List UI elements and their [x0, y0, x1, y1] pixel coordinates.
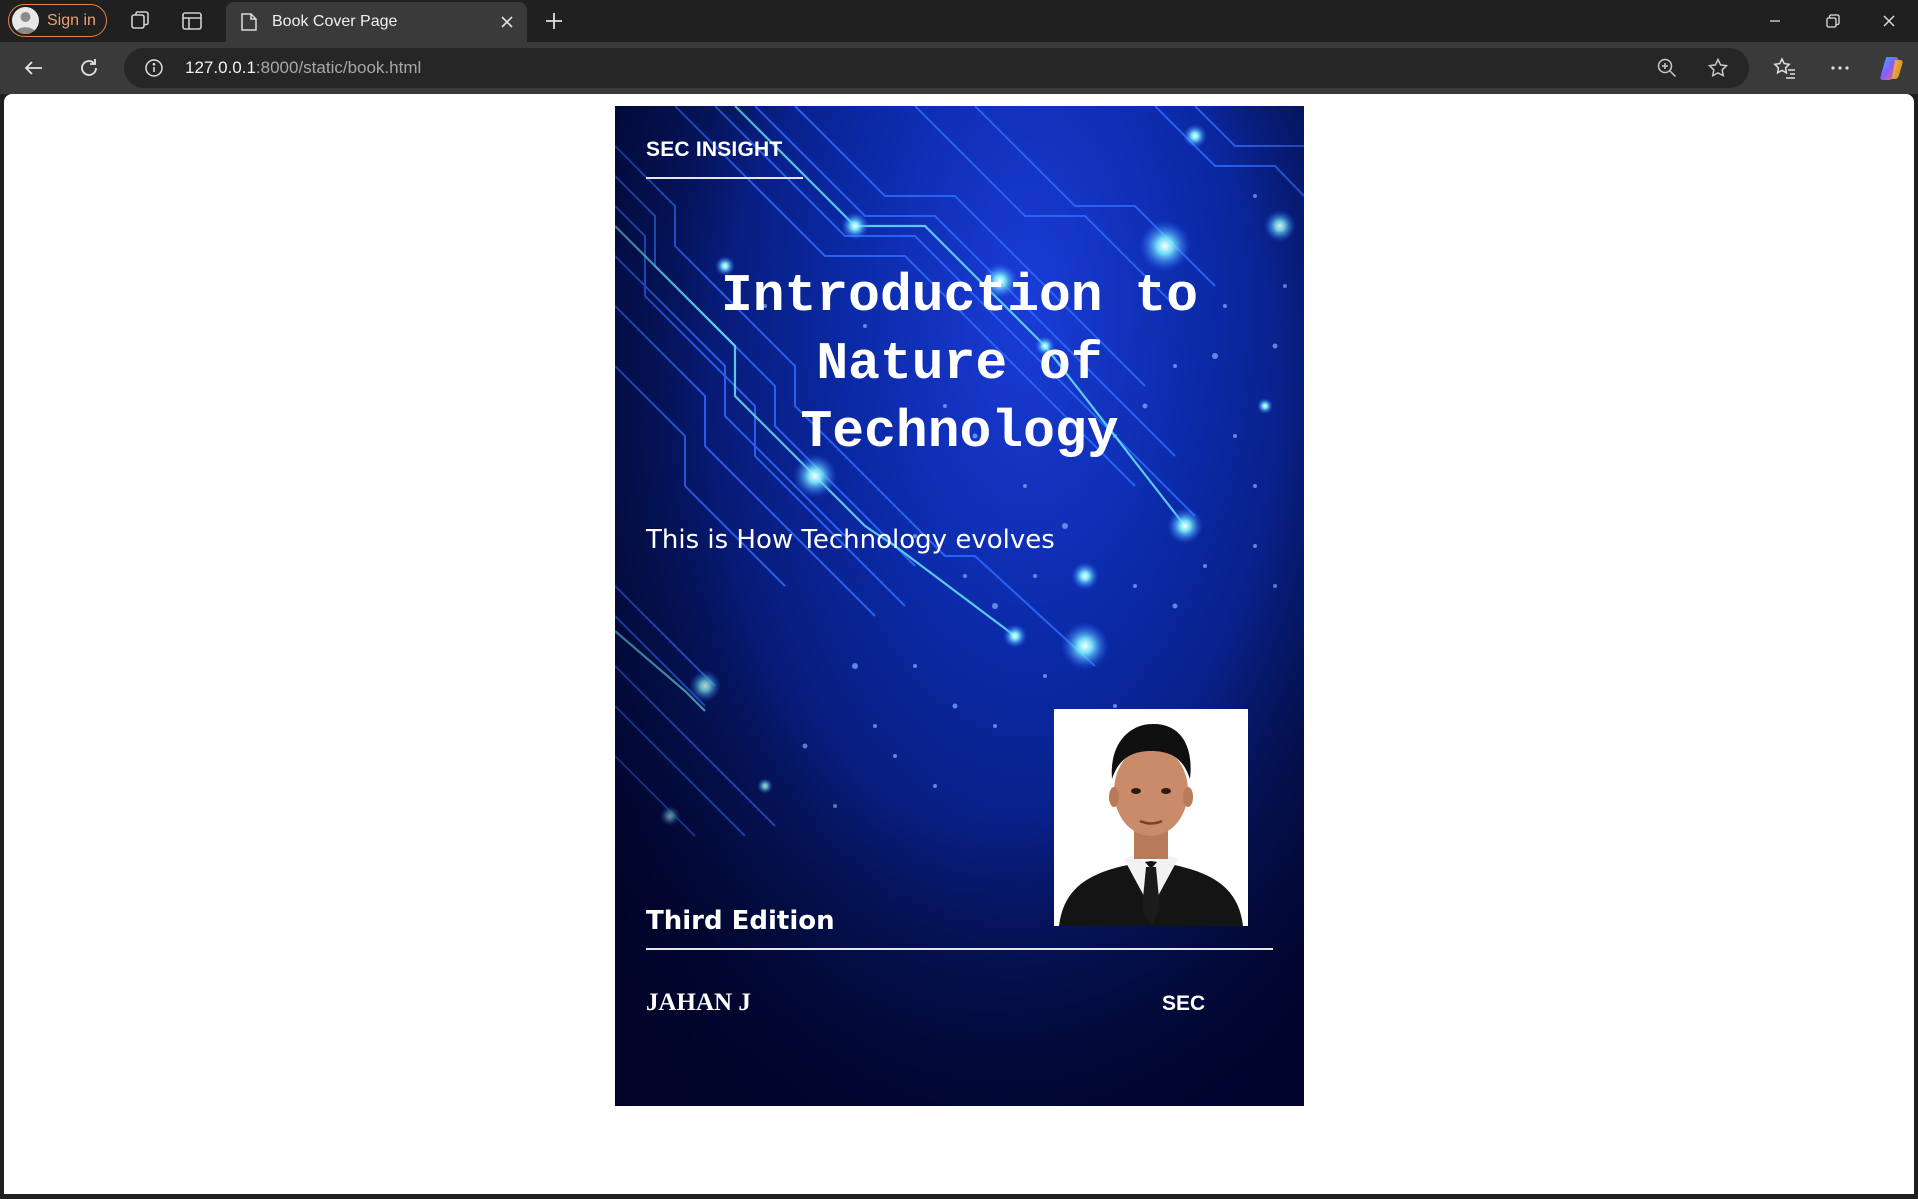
- edition-label: Third Edition: [646, 906, 835, 936]
- page-icon: [241, 13, 257, 31]
- close-window-icon[interactable]: [1876, 8, 1902, 34]
- book-cover: SEC INSIGHT Introduction to Nature of Te…: [615, 106, 1304, 1106]
- restore-icon[interactable]: [1819, 8, 1845, 34]
- tab-title: Book Cover Page: [272, 13, 398, 30]
- sign-in-button[interactable]: Sign in: [8, 4, 107, 37]
- edition-divider: [646, 948, 1273, 950]
- refresh-icon[interactable]: [76, 55, 102, 81]
- new-tab-icon[interactable]: [542, 9, 566, 33]
- brand-name: SEC INSIGHT: [646, 138, 783, 161]
- title-line-1: Introduction to: [720, 266, 1199, 326]
- circuit-background: [615, 106, 1304, 1106]
- favorites-icon[interactable]: [1772, 55, 1798, 81]
- address-bar[interactable]: 127.0.0.1:8000/static/book.html: [124, 48, 1749, 88]
- favorite-star-icon[interactable]: [1707, 57, 1729, 79]
- sign-in-label: Sign in: [47, 11, 96, 29]
- url-host: 127.0.0.1: [185, 58, 256, 77]
- tab-book-cover-page[interactable]: Book Cover Page: [226, 2, 527, 42]
- book-title: Introduction to Nature of Technology: [655, 262, 1264, 466]
- close-tab-icon[interactable]: [497, 12, 517, 32]
- url-text[interactable]: 127.0.0.1:8000/static/book.html: [185, 58, 421, 78]
- title-line-2: Nature of: [816, 334, 1103, 394]
- copilot-icon[interactable]: [1878, 54, 1906, 82]
- browser-tab-bar: Sign in Book Cover Page: [0, 0, 1918, 42]
- zoom-icon[interactable]: [1656, 57, 1678, 79]
- browser-toolbar: 127.0.0.1:8000/static/book.html: [0, 42, 1918, 94]
- author-name: JAHAN J: [646, 989, 751, 1016]
- book-subtitle: This is How Technology evolves: [646, 525, 1055, 555]
- profile-avatar-icon: [12, 7, 39, 34]
- title-line-3: Technology: [800, 402, 1119, 462]
- publisher-name: SEC: [1162, 992, 1206, 1015]
- brand-underline: [646, 177, 803, 179]
- minimize-icon[interactable]: [1762, 8, 1788, 34]
- more-options-icon[interactable]: [1827, 55, 1853, 81]
- back-arrow-icon[interactable]: [21, 55, 47, 81]
- workspaces-icon[interactable]: [128, 9, 152, 33]
- url-path: :8000/static/book.html: [255, 58, 422, 77]
- author-photo: [1054, 709, 1248, 926]
- tab-actions-icon[interactable]: [180, 9, 204, 33]
- site-info-icon[interactable]: [144, 58, 164, 78]
